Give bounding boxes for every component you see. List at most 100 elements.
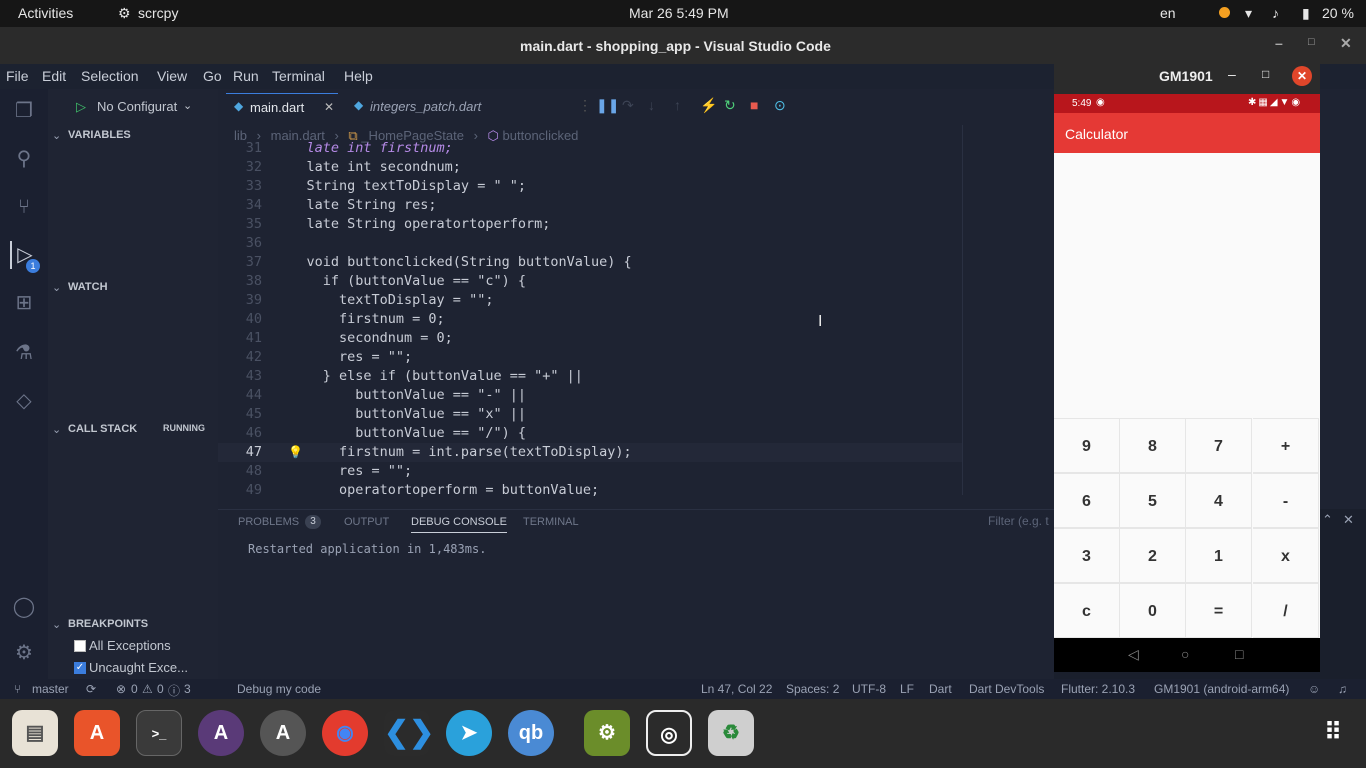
app-icon[interactable]: A bbox=[198, 710, 244, 756]
step-out-icon[interactable]: ↑ bbox=[674, 97, 681, 113]
step-over-icon[interactable]: ↷ bbox=[622, 97, 634, 114]
encoding[interactable]: UTF-8 bbox=[852, 682, 886, 696]
menu-terminal[interactable]: Terminal bbox=[272, 68, 325, 84]
warning-count[interactable]: 0 bbox=[157, 682, 164, 696]
sync-icon[interactable]: ⟳ bbox=[86, 682, 96, 696]
qbittorrent-icon[interactable]: qb bbox=[508, 710, 554, 756]
telegram-icon[interactable]: ➤ bbox=[446, 710, 492, 756]
key-plus[interactable]: + bbox=[1253, 418, 1319, 473]
restart-icon[interactable]: ↻ bbox=[724, 97, 736, 114]
uncaught-exceptions-checkbox[interactable]: ✓ bbox=[74, 662, 86, 674]
key-6[interactable]: 6 bbox=[1054, 473, 1120, 528]
drag-handle-icon[interactable]: ⋮ bbox=[578, 97, 592, 114]
key-minus[interactable]: - bbox=[1253, 473, 1319, 528]
flutter-version[interactable]: Flutter: 2.10.3 bbox=[1061, 682, 1135, 696]
chevron-down-icon[interactable]: ⌄ bbox=[52, 129, 61, 142]
debug-config-select[interactable]: No Configurat bbox=[97, 99, 177, 114]
key-4[interactable]: 4 bbox=[1186, 473, 1252, 528]
files-app-icon[interactable]: ▤ bbox=[12, 710, 58, 756]
step-into-icon[interactable]: ↓ bbox=[648, 97, 655, 113]
all-exceptions-checkbox[interactable] bbox=[74, 640, 86, 652]
menu-help[interactable]: Help bbox=[344, 68, 373, 84]
key-0[interactable]: 0 bbox=[1120, 583, 1186, 638]
indentation[interactable]: Spaces: 2 bbox=[786, 682, 839, 696]
minimap[interactable] bbox=[962, 125, 1054, 495]
breakpoints-section[interactable]: BREAKPOINTS bbox=[68, 618, 148, 630]
language-mode[interactable]: Dart bbox=[929, 682, 952, 696]
tab-output[interactable]: OUTPUT bbox=[344, 516, 389, 528]
key-9[interactable]: 9 bbox=[1054, 418, 1120, 473]
menu-selection[interactable]: Selection bbox=[81, 68, 139, 84]
app-icon[interactable]: A bbox=[260, 710, 306, 756]
extensions-icon[interactable]: ⊞ bbox=[10, 289, 38, 317]
menu-go[interactable]: Go bbox=[203, 68, 222, 84]
explorer-icon[interactable]: ❐ bbox=[10, 97, 38, 125]
close-button[interactable]: ✕ bbox=[1292, 66, 1312, 86]
notifications-icon[interactable]: ♫ bbox=[1338, 682, 1347, 696]
menu-run[interactable]: Run bbox=[233, 68, 259, 84]
close-icon[interactable]: ✕ bbox=[324, 100, 334, 114]
hot-reload-icon[interactable]: ⚡ bbox=[700, 97, 717, 114]
call-stack-section[interactable]: CALL STACK bbox=[68, 423, 137, 435]
focused-app-label[interactable]: scrcpy bbox=[138, 5, 178, 21]
key-2[interactable]: 2 bbox=[1120, 528, 1186, 583]
key-multiply[interactable]: x bbox=[1253, 528, 1319, 583]
close-button[interactable]: ✕ bbox=[1340, 35, 1352, 52]
git-branch[interactable]: master bbox=[32, 682, 69, 696]
menu-edit[interactable]: Edit bbox=[42, 68, 66, 84]
tab-debug-console[interactable]: DEBUG CONSOLE bbox=[411, 516, 507, 533]
maximize-button[interactable]: □ bbox=[1262, 67, 1269, 81]
camera-icon[interactable]: ◎ bbox=[646, 710, 692, 756]
maximize-button[interactable]: □ bbox=[1308, 36, 1315, 48]
variables-section[interactable]: VARIABLES bbox=[68, 129, 131, 141]
recents-icon[interactable]: □ bbox=[1235, 646, 1243, 662]
tab-main-dart[interactable]: ◆ main.dart ✕ bbox=[226, 93, 338, 119]
code-view[interactable]: 31 late int firstnum; 32 late int second… bbox=[218, 139, 962, 499]
key-5[interactable]: 5 bbox=[1120, 473, 1186, 528]
cursor-position[interactable]: Ln 47, Col 22 bbox=[701, 682, 772, 696]
chevron-up-icon[interactable]: ⌃ bbox=[1322, 512, 1333, 528]
chevron-down-icon[interactable]: ⌄ bbox=[183, 99, 192, 112]
volume-icon[interactable]: ♪ bbox=[1272, 5, 1279, 21]
key-equals[interactable]: = bbox=[1186, 583, 1252, 638]
settings-gear-icon[interactable]: ⚙ bbox=[10, 639, 38, 667]
terminal-app-icon[interactable]: >_ bbox=[136, 710, 182, 756]
target-device[interactable]: GM1901 (android-arm64) bbox=[1154, 682, 1289, 696]
debug-status[interactable]: Debug my code bbox=[237, 682, 321, 696]
home-icon[interactable]: ○ bbox=[1181, 646, 1189, 662]
chrome-icon[interactable]: ◉ bbox=[322, 710, 368, 756]
minimize-button[interactable]: – bbox=[1228, 66, 1236, 82]
line-ending[interactable]: LF bbox=[900, 682, 914, 696]
back-icon[interactable]: ◁ bbox=[1128, 646, 1139, 663]
dart-devtools[interactable]: Dart DevTools bbox=[969, 682, 1044, 696]
watch-section[interactable]: WATCH bbox=[68, 281, 108, 293]
wifi-icon[interactable]: ▾ bbox=[1245, 5, 1252, 22]
app-grid-icon[interactable]: ⠿ bbox=[1310, 710, 1356, 756]
battery-level[interactable]: 20 % bbox=[1322, 5, 1354, 21]
chevron-down-icon[interactable]: ⌄ bbox=[52, 618, 61, 631]
tab-terminal[interactable]: TERMINAL bbox=[523, 516, 579, 528]
chevron-down-icon[interactable]: ⌄ bbox=[52, 423, 61, 436]
battery-icon[interactable]: ▮ bbox=[1302, 5, 1310, 22]
tab-integers-patch[interactable]: ◆ integers_patch.dart bbox=[348, 93, 498, 119]
testing-icon[interactable]: ⚗ bbox=[10, 339, 38, 367]
start-debugging-icon[interactable]: ▷ bbox=[76, 99, 86, 115]
search-icon[interactable]: ⚲ bbox=[10, 145, 38, 173]
key-clear[interactable]: c bbox=[1054, 583, 1120, 638]
android-icon[interactable]: ⚙ bbox=[584, 710, 630, 756]
inspect-widget-icon[interactable]: ⊙ bbox=[774, 97, 786, 114]
console-filter-input[interactable]: Filter (e.g. t bbox=[988, 514, 1049, 528]
account-icon[interactable]: ◯ bbox=[10, 593, 38, 621]
close-icon[interactable]: ✕ bbox=[1343, 512, 1354, 528]
trash-icon[interactable]: ♻ bbox=[708, 710, 754, 756]
key-1[interactable]: 1 bbox=[1186, 528, 1252, 583]
pause-icon[interactable]: ❚❚ bbox=[596, 97, 619, 114]
software-app-icon[interactable]: A bbox=[74, 710, 120, 756]
menu-view[interactable]: View bbox=[157, 68, 187, 84]
error-count[interactable]: 0 bbox=[131, 682, 138, 696]
feedback-icon[interactable]: ☺ bbox=[1308, 682, 1320, 696]
info-count[interactable]: 3 bbox=[184, 682, 191, 696]
key-divide[interactable]: / bbox=[1253, 583, 1319, 638]
key-3[interactable]: 3 bbox=[1054, 528, 1120, 583]
activities-button[interactable]: Activities bbox=[18, 5, 73, 21]
